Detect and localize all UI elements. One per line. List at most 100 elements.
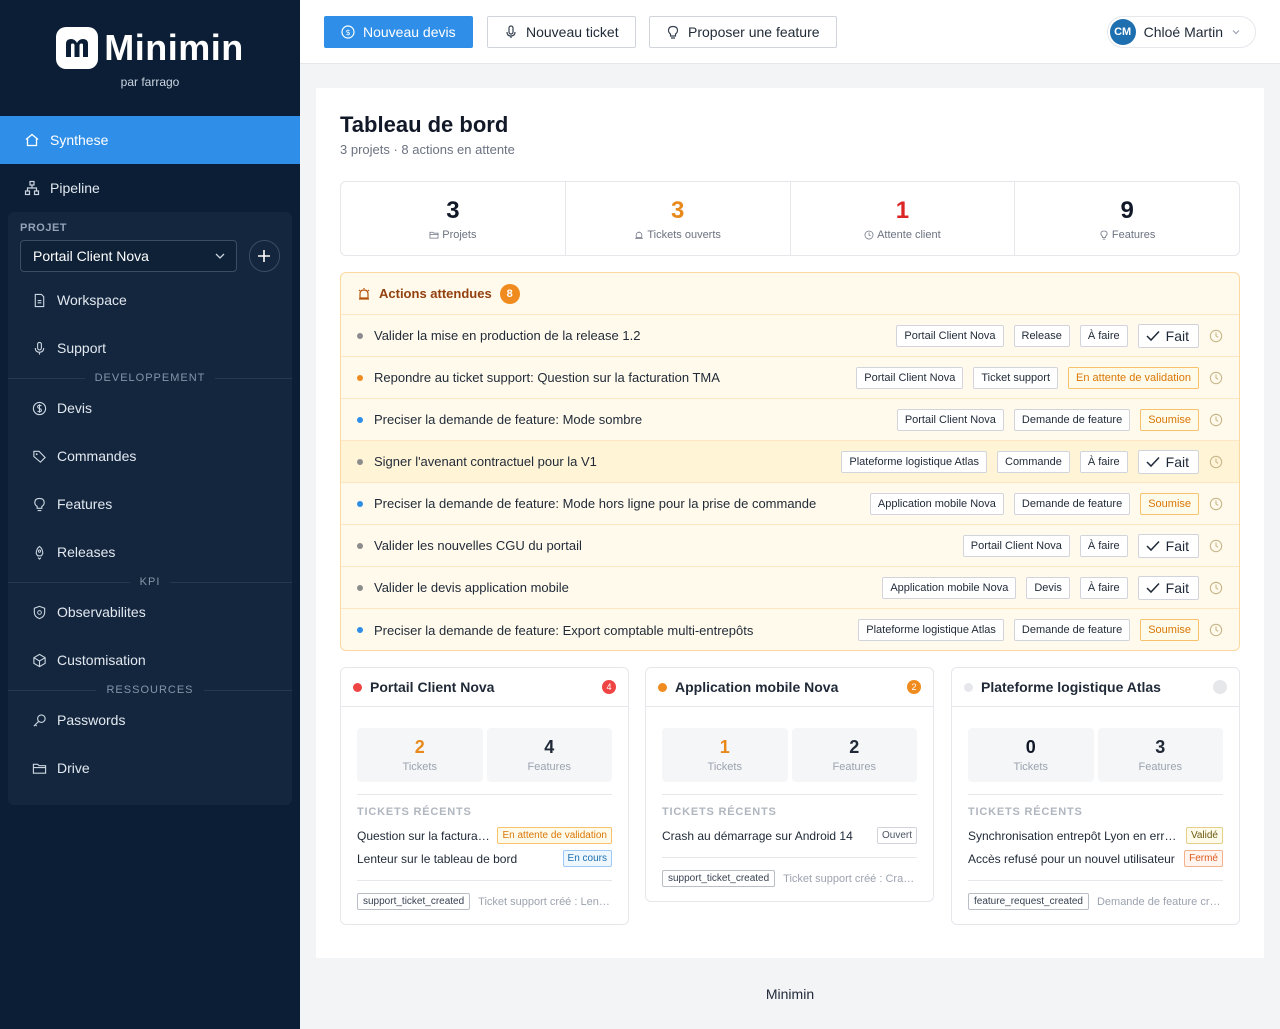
project-card[interactable]: Plateforme logistique Atlas 0 Tickets 3 … <box>951 667 1240 925</box>
project-select[interactable]: Portail Client Nova <box>20 240 237 272</box>
type-tag: Devis <box>1026 576 1070 599</box>
features-stat: 4 Features <box>486 728 612 782</box>
section-title: DEVELOPPEMENT <box>94 372 206 384</box>
snooze-button[interactable] <box>1209 413 1223 427</box>
add-project-button[interactable] <box>248 240 280 272</box>
sidebar-item-features[interactable]: Features <box>8 480 292 528</box>
status-dot <box>357 542 363 549</box>
action-row[interactable]: Preciser la demande de feature: Mode som… <box>341 399 1239 441</box>
page-subtitle: 3 projets · 8 actions en attente <box>340 142 515 157</box>
recent-ticket[interactable]: Accès refusé pour un nouvel utilisateur … <box>952 847 1239 870</box>
microphone-icon <box>34 341 45 355</box>
snooze-button[interactable] <box>1209 371 1223 385</box>
avatar: CM <box>1109 19 1136 45</box>
pending-actions-title: Actions attendues <box>379 286 492 301</box>
ticket-title: Synchronisation entrepôt Lyon en err… <box>968 828 1177 843</box>
status-dot <box>357 458 363 465</box>
ticket-title: Lenteur sur le tableau de bord <box>357 851 518 866</box>
recent-ticket[interactable]: Synchronisation entrepôt Lyon en err… Va… <box>952 824 1239 847</box>
sidebar-item-support[interactable]: Support <box>8 324 292 372</box>
project-panel: PROJET Portail Client Nova Workspace Supp… <box>8 212 292 805</box>
project-card-header: Portail Client Nova 4 <box>341 668 628 707</box>
action-row[interactable]: Preciser la demande de feature: Export c… <box>341 609 1239 650</box>
sidebar-item-passwords[interactable]: Passwords <box>8 696 292 744</box>
ticket-title: Crash au démarrage sur Android 14 <box>662 828 853 843</box>
event-text: Ticket support créé : Lent… <box>478 895 612 908</box>
project-tag: Application mobile Nova <box>882 576 1017 599</box>
event-text: Ticket support créé : Cra… <box>783 872 915 885</box>
type-tag: Commande <box>997 450 1070 473</box>
sidebar-item-commandes[interactable]: Commandes <box>8 432 292 480</box>
action-row[interactable]: Repondre au ticket support: Question sur… <box>341 357 1239 399</box>
tickets-count: 0 <box>1025 737 1036 757</box>
project-tag: Portail Client Nova <box>896 324 1004 347</box>
document-icon <box>34 293 45 307</box>
features-label: Features <box>527 761 571 773</box>
status-tag: À faire <box>1079 534 1128 557</box>
action-row[interactable]: Signer l'avenant contractuel pour la V1 … <box>341 441 1239 483</box>
snooze-button[interactable] <box>1209 497 1223 511</box>
clock-icon <box>1209 623 1223 637</box>
features-stat: 3 Features <box>1097 728 1223 782</box>
chevron-down-icon <box>215 253 225 259</box>
snooze-button[interactable] <box>1209 623 1223 637</box>
microphone-icon <box>506 25 516 38</box>
bulb-icon <box>667 25 679 39</box>
new-quote-button[interactable]: $ Nouveau devis <box>324 16 473 48</box>
alarm-icon <box>358 287 370 300</box>
sidebar: Minimin par farrago Synthese Pipeline PRO… <box>0 0 300 1029</box>
recent-ticket[interactable]: Crash au démarrage sur Android 14 Ouvert <box>646 824 933 847</box>
new-ticket-label: Nouveau ticket <box>526 24 619 40</box>
user-menu[interactable]: CM Chloé Martin <box>1106 16 1256 48</box>
status-tag: Soumise <box>1140 408 1199 431</box>
logo-icon <box>56 27 99 69</box>
project-alert-badge <box>1213 680 1227 694</box>
sidebar-item-customisation[interactable]: Customisation <box>8 636 292 684</box>
sidebar-item-devis[interactable]: Devis <box>8 384 292 432</box>
snooze-button[interactable] <box>1209 539 1223 553</box>
action-row[interactable]: Valider les nouvelles CGU du portail Por… <box>341 525 1239 567</box>
stat-card: 1 Attente client <box>791 182 1016 255</box>
sidebar-item-pipeline[interactable]: Pipeline <box>0 164 300 212</box>
last-event: support_ticket_created Ticket support cr… <box>357 880 612 924</box>
mark-done-button[interactable]: Fait <box>1137 449 1199 474</box>
project-card[interactable]: Portail Client Nova 4 2 Tickets 4 Featur… <box>340 667 629 925</box>
action-row[interactable]: Valider la mise en production de la rele… <box>341 315 1239 357</box>
recent-ticket[interactable]: Question sur la factura… En attente de v… <box>341 824 628 847</box>
sidebar-item-observabilites[interactable]: Observabilites <box>8 588 292 636</box>
snooze-button[interactable] <box>1209 581 1223 595</box>
new-ticket-button[interactable]: Nouveau ticket <box>487 16 636 48</box>
check-icon <box>1146 540 1160 551</box>
tickets-label: Tickets <box>402 761 437 773</box>
mark-done-button[interactable]: Fait <box>1137 575 1199 600</box>
project-tag: Portail Client Nova <box>962 534 1070 557</box>
propose-feature-button[interactable]: Proposer une feature <box>649 16 837 48</box>
last-event: feature_request_created Demande de featu… <box>968 880 1223 924</box>
action-text: Repondre au ticket support: Question sur… <box>374 370 720 385</box>
action-row[interactable]: Preciser la demande de feature: Mode hor… <box>341 483 1239 525</box>
mark-done-button[interactable]: Fait <box>1137 533 1199 558</box>
action-row[interactable]: Valider le devis application mobile Appl… <box>341 567 1239 609</box>
snooze-button[interactable] <box>1209 329 1223 343</box>
project-tag: Plateforme logistique Atlas <box>858 619 1004 641</box>
sidebar-item-label: Drive <box>57 760 90 776</box>
recent-ticket[interactable]: Lenteur sur le tableau de bord En cours <box>341 847 628 870</box>
action-text: Signer l'avenant contractuel pour la V1 <box>374 454 597 469</box>
tickets-stat: 1 Tickets <box>662 728 788 782</box>
sidebar-item-synthese[interactable]: Synthese <box>0 116 300 164</box>
mark-done-button[interactable]: Fait <box>1137 323 1199 348</box>
project-card[interactable]: Application mobile Nova 2 1 Tickets 2 Fe… <box>645 667 934 902</box>
clock-icon <box>1209 371 1223 384</box>
event-text: Demande de feature cr… <box>1096 895 1221 908</box>
status-tag: En attente de validation <box>1068 366 1199 389</box>
snooze-button[interactable] <box>1209 455 1223 469</box>
sidebar-item-workspace[interactable]: Workspace <box>8 276 292 324</box>
sidebar-item-drive[interactable]: Drive <box>8 744 292 792</box>
type-tag: Ticket support <box>973 366 1059 389</box>
tickets-count: 2 <box>414 737 425 757</box>
stat-label: Features <box>1111 228 1156 241</box>
recent-tickets-title: TICKETS RÉCENTS <box>357 806 472 818</box>
project-select-value: Portail Client Nova <box>33 248 149 264</box>
status-tag: Soumise <box>1140 619 1199 641</box>
sidebar-item-releases[interactable]: Releases <box>8 528 292 576</box>
